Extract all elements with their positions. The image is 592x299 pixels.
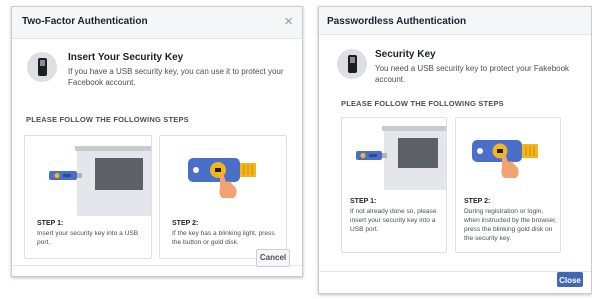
section-description: You need a USB security key to protect y… — [375, 64, 570, 84]
section-title: Security Key — [375, 49, 436, 60]
key-press-illustration — [188, 158, 256, 198]
laptop-usb-illustration — [356, 126, 446, 190]
passwordless-dialog: Passwordless Authentication Security Key… — [318, 6, 592, 294]
step-2-card: STEP 2: During registration or login, wh… — [455, 117, 561, 253]
step-1-description: If not already done so, please insert yo… — [350, 208, 437, 233]
section-description: If you have a USB security key, you can … — [68, 67, 284, 87]
cancel-button[interactable]: Cancel — [256, 249, 290, 267]
two-factor-dialog: Two-Factor Authentication × Insert Your … — [11, 6, 303, 277]
step-2-card: STEP 2: If the key has a blinking light,… — [159, 135, 287, 259]
close-button[interactable]: Close — [557, 272, 583, 287]
dialog-title: Two-Factor Authentication — [22, 16, 148, 27]
footer-divider — [319, 271, 591, 272]
step-1-label: STEP 1: — [350, 198, 377, 205]
usb-key-icon — [27, 52, 57, 82]
step-2-label: STEP 2: — [172, 220, 199, 227]
section-title: Insert Your Security Key — [68, 52, 184, 63]
dialog-header: Passwordless Authentication — [319, 7, 591, 35]
step-2-label: STEP 2: — [464, 198, 491, 205]
laptop-usb-illustration — [49, 146, 151, 216]
usb-key-icon — [337, 49, 367, 79]
step-1-label: STEP 1: — [37, 220, 64, 227]
step-2-description: During registration or login, when instr… — [464, 208, 557, 242]
step-1-description: Insert your security key into a USB port… — [37, 230, 139, 246]
steps-heading: PLEASE FOLLOW THE FOLLOWING STEPS — [26, 115, 189, 124]
key-press-illustration — [472, 140, 538, 178]
steps-heading: PLEASE FOLLOW THE FOLLOWING STEPS — [341, 99, 504, 108]
close-icon[interactable]: × — [284, 13, 293, 31]
step-2-description: If the key has a blinking light, press t… — [172, 230, 275, 246]
step-1-card: STEP 1: Insert your security key into a … — [24, 135, 152, 259]
step-1-card: STEP 1: If not already done so, please i… — [341, 117, 447, 253]
dialog-header: Two-Factor Authentication × — [12, 7, 302, 39]
dialog-title: Passwordless Authentication — [327, 16, 467, 27]
